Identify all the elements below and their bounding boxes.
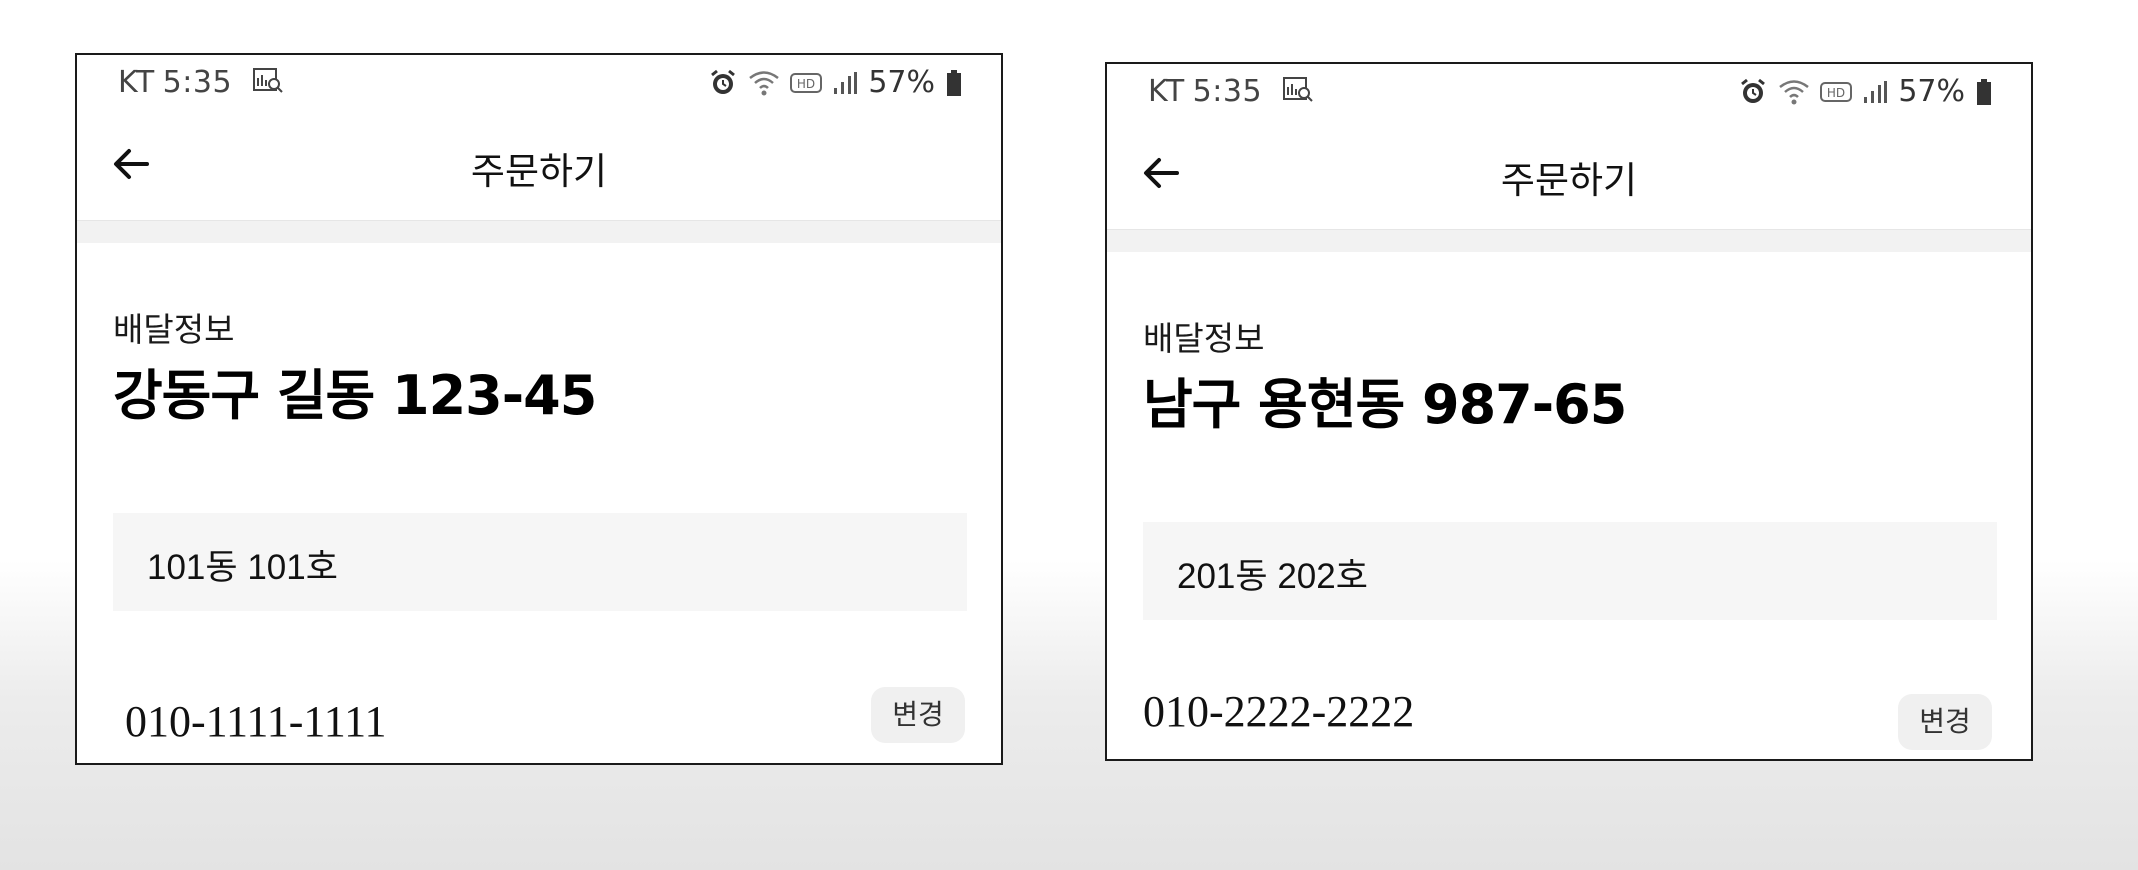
gallery-icon: [252, 66, 284, 102]
svg-text:HD: HD: [1827, 86, 1845, 100]
signal-icon: [834, 71, 858, 94]
carrier-label: KT: [118, 65, 155, 100]
delivery-address: 강동구 길동 123-45: [113, 364, 597, 427]
app-bar: 주문하기: [1107, 124, 2031, 229]
battery-percent: 57%: [1898, 74, 1965, 109]
clock: 5:35: [1192, 74, 1263, 109]
delivery-info-label: 배달정보: [1143, 319, 1265, 358]
section-divider: [77, 220, 1001, 243]
change-phone-button[interactable]: 변경: [1898, 694, 1992, 750]
order-screen-2: KT 5:35 HD 57% 주문하기 배달정보 남구 용현동 987-65 20…: [1105, 62, 2033, 761]
clock: 5:35: [162, 65, 233, 100]
page-title: 주문하기: [470, 150, 608, 193]
delivery-address: 남구 용현동 987-65: [1143, 373, 1627, 436]
address-detail-field[interactable]: 101동 101호: [113, 513, 967, 611]
delivery-info-label: 배달정보: [113, 310, 235, 349]
carrier-label: KT: [1148, 74, 1185, 109]
page-title: 주문하기: [1500, 159, 1638, 202]
address-detail-field[interactable]: 201동 202호: [1143, 522, 1997, 620]
section-divider: [1107, 229, 2031, 252]
signal-icon: [1864, 80, 1888, 103]
address-detail-value: 101동 101호: [147, 548, 338, 587]
status-bar: KT 5:35 HD 57%: [1107, 64, 2031, 124]
hd-icon: HD: [790, 72, 823, 93]
battery-percent: 57%: [868, 65, 935, 100]
phone-number: 010-2222-2222: [1143, 687, 1415, 736]
order-screen-1: KT 5:35 HD 57% 주문하기 배달정보 강동구 길동 123-45 10…: [75, 53, 1003, 765]
battery-icon: [947, 69, 961, 96]
change-phone-button[interactable]: 변경: [871, 687, 965, 743]
wifi-icon: [749, 70, 780, 95]
wifi-icon: [1779, 79, 1810, 104]
status-bar: KT 5:35 HD 57%: [77, 55, 1001, 115]
alarm-icon: [711, 69, 736, 94]
alarm-icon: [1741, 78, 1766, 103]
address-detail-value: 201동 202호: [1177, 557, 1368, 596]
phone-number: 010-1111-1111: [125, 697, 387, 746]
gallery-icon: [1282, 75, 1314, 111]
status-icons: HD 57%: [1738, 74, 1993, 109]
app-bar: 주문하기: [77, 115, 1001, 220]
carrier-time: KT 5:35: [118, 65, 284, 102]
svg-text:HD: HD: [797, 77, 815, 91]
carrier-time: KT 5:35: [1148, 74, 1314, 111]
battery-icon: [1977, 78, 1991, 105]
hd-icon: HD: [1820, 81, 1853, 102]
status-icons: HD 57%: [708, 65, 963, 100]
